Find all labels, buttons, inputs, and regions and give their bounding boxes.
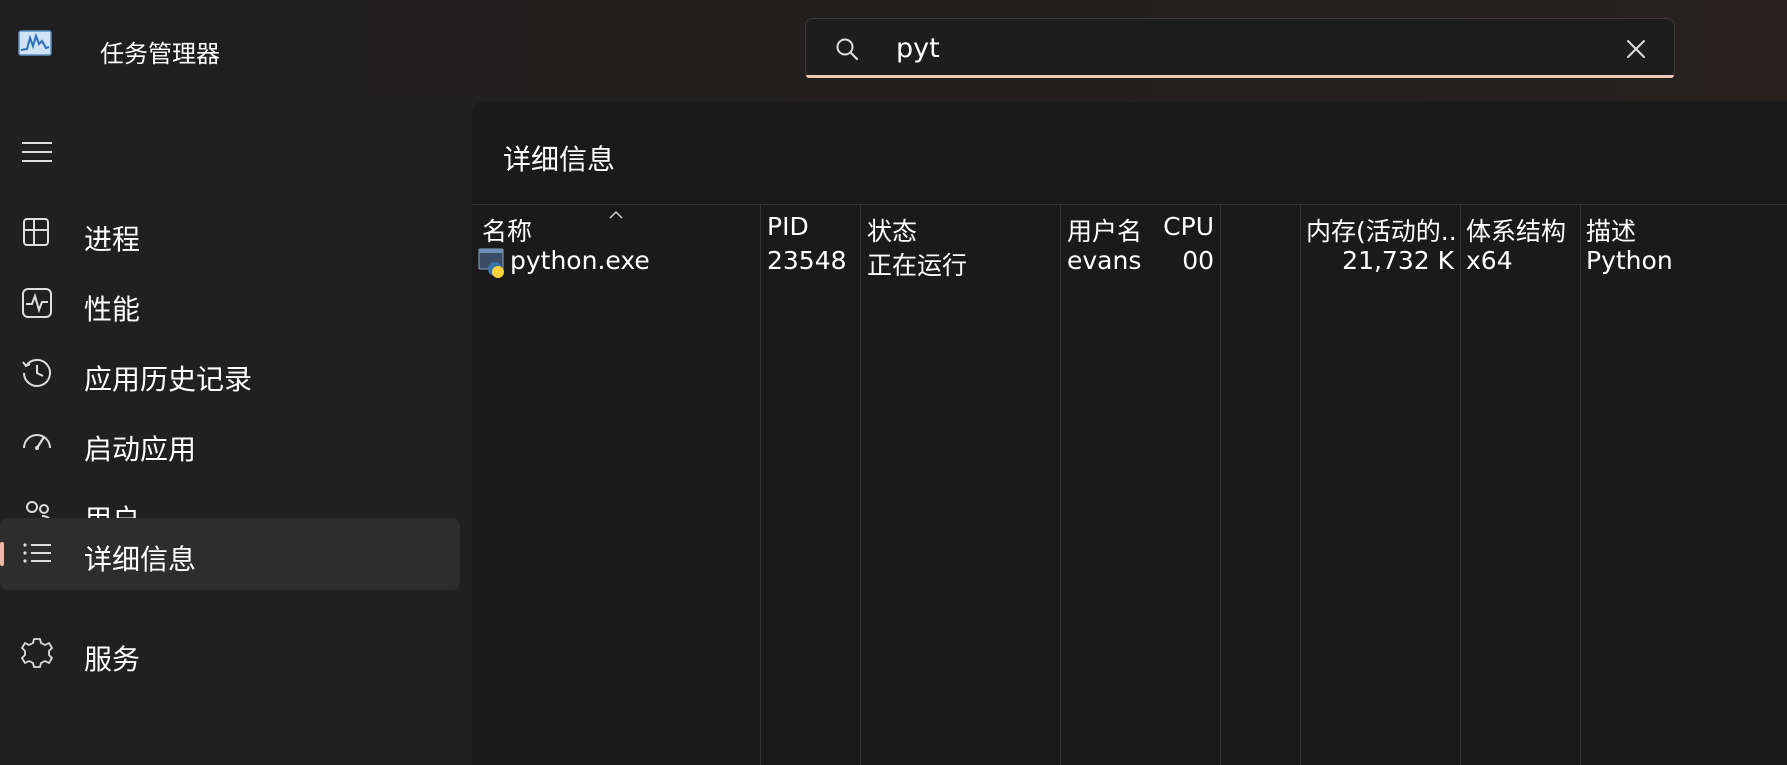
column-header-architecture[interactable]: 体系结构 bbox=[1466, 212, 1566, 248]
sidebar-item-label: 应用历史记录 bbox=[84, 363, 253, 396]
hamburger-menu-icon[interactable] bbox=[20, 138, 54, 166]
column-header-status[interactable]: 状态 bbox=[867, 212, 917, 248]
active-indicator bbox=[0, 542, 4, 566]
search-icon bbox=[836, 38, 859, 61]
cell-cpu: 00 bbox=[1182, 246, 1214, 275]
app-history-icon bbox=[22, 358, 51, 387]
column-header-pid[interactable]: PID bbox=[767, 212, 809, 241]
cell-architecture: x64 bbox=[1466, 246, 1513, 275]
sidebar-item-services[interactable]: 服务 bbox=[0, 618, 460, 690]
sort-ascending-icon bbox=[609, 210, 623, 219]
details-table: 名称 PID 状态 用户名 CPU 内存(活动的... 体系结构 描述 pyth… bbox=[472, 204, 1787, 765]
details-icon bbox=[23, 543, 51, 563]
close-icon[interactable] bbox=[1622, 35, 1650, 63]
performance-icon bbox=[22, 288, 52, 318]
table-header: 名称 PID 状态 用户名 CPU 内存(活动的... 体系结构 描述 bbox=[472, 204, 1787, 248]
sidebar-item-startup-apps[interactable]: 启动应用 bbox=[0, 408, 460, 480]
cell-status: 正在运行 bbox=[867, 251, 968, 280]
table-row[interactable]: python.exe 23548 正在运行 evans 00 21,732 K … bbox=[472, 244, 1787, 282]
python-icon bbox=[478, 248, 504, 278]
app-title: 任务管理器 bbox=[100, 40, 220, 68]
sidebar: 进程 性能 应用历史记录 启动应用 详细信息 服务 bbox=[0, 100, 470, 765]
sidebar-item-label: 进程 bbox=[84, 223, 141, 256]
sidebar-item-label: 服务 bbox=[84, 643, 141, 676]
column-header-cpu[interactable]: CPU bbox=[1163, 212, 1214, 241]
search-input[interactable] bbox=[896, 29, 1596, 67]
services-icon bbox=[21, 638, 53, 668]
sidebar-item-processes[interactable]: 进程 bbox=[0, 198, 460, 270]
cell-pid: 23548 bbox=[767, 246, 847, 275]
sidebar-item-label: 详细信息 bbox=[84, 543, 197, 576]
page-title: 详细信息 bbox=[503, 143, 616, 176]
sidebar-item-app-history[interactable]: 应用历史记录 bbox=[0, 338, 460, 410]
cell-username: evans bbox=[1067, 246, 1142, 275]
search-box[interactable] bbox=[805, 18, 1675, 78]
processes-icon bbox=[23, 218, 49, 246]
task-manager-icon bbox=[18, 30, 52, 56]
sidebar-item-performance[interactable]: 性能 bbox=[0, 268, 460, 340]
details-panel: 详细信息 名称 PID 状态 用户名 CPU 内存(活动的... 体系结构 描述 bbox=[472, 102, 1787, 765]
startup-apps-icon bbox=[23, 434, 51, 450]
column-header-memory[interactable]: 内存(活动的... bbox=[1306, 212, 1456, 248]
cell-name: python.exe bbox=[510, 246, 650, 275]
column-header-description[interactable]: 描述 bbox=[1586, 212, 1636, 248]
sidebar-item-label: 性能 bbox=[84, 293, 141, 326]
column-header-username[interactable]: 用户名 bbox=[1067, 212, 1142, 248]
sidebar-item-details[interactable]: 详细信息 bbox=[0, 518, 460, 590]
title-bar: 任务管理器 bbox=[0, 0, 1787, 100]
cell-memory: 21,732 K bbox=[1342, 246, 1454, 275]
column-header-name[interactable]: 名称 bbox=[482, 212, 532, 248]
cell-description: Python bbox=[1586, 246, 1673, 275]
sidebar-item-label: 启动应用 bbox=[84, 433, 197, 466]
